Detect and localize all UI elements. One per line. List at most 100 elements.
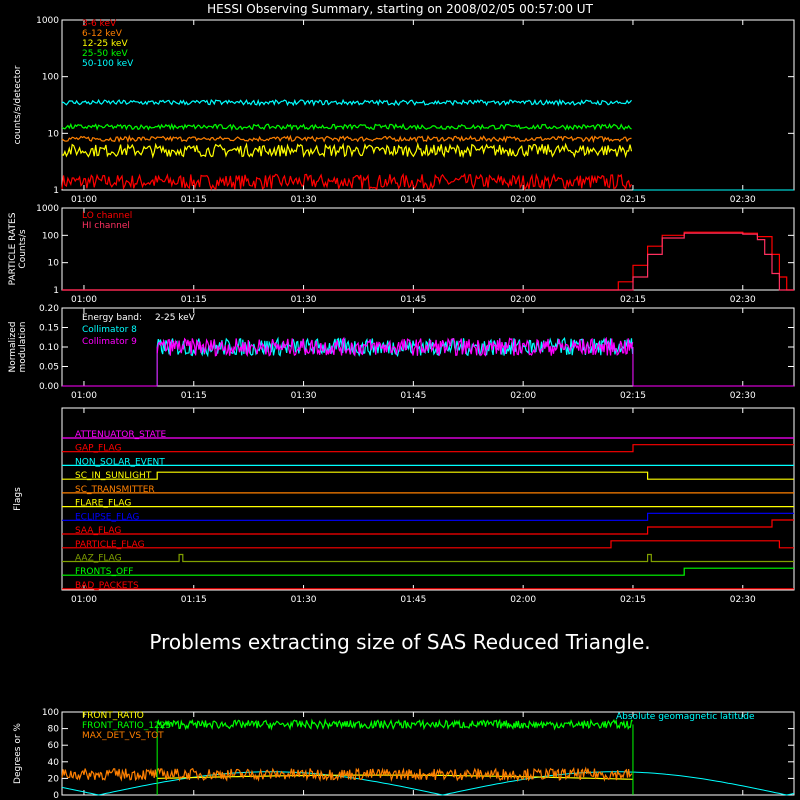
y-tick-label: 10 (48, 129, 60, 139)
y-tick-label: 1 (53, 286, 59, 296)
x-tick-label: 01:15 (181, 391, 207, 401)
legend-entry: 50-100 keV (82, 59, 134, 69)
y-axis-label: Normalized (8, 321, 18, 372)
x-tick-label: 01:00 (71, 195, 97, 205)
x-tick-label: 02:15 (620, 295, 646, 305)
y-tick-label: 0.00 (39, 382, 59, 392)
x-tick-label: 02:00 (510, 595, 536, 605)
plot-title: HESSI Observing Summary, starting on 200… (207, 2, 593, 16)
x-tick-label: 02:00 (510, 391, 536, 401)
legend-entry: FRONT_RATIO_1225 (82, 721, 171, 731)
flag-label: SC_TRANSMITTER (75, 485, 155, 495)
x-tick-label: 01:30 (291, 595, 317, 605)
x-tick-label: 01:15 (181, 595, 207, 605)
x-tick-label: 02:15 (620, 195, 646, 205)
energy-band-label: Energy band: (82, 313, 142, 323)
plot-frame (61, 407, 795, 591)
legend-entry: Collimator 8 (82, 325, 137, 335)
flag-label: SAA_FLAG (75, 526, 121, 536)
x-tick-label: 02:30 (730, 595, 756, 605)
geomagnetic-panel: 01:0001:1501:3001:4502:0002:1502:30Degre… (13, 708, 795, 800)
legend-entry: 12-25 keV (82, 39, 128, 49)
flag-line (62, 540, 794, 549)
flag-line (62, 519, 794, 535)
y-tick-label: 0.20 (39, 304, 59, 314)
legend-entry: Absolute geomagnetic latitude (616, 712, 755, 722)
series-line (62, 232, 794, 291)
y-tick-label: 80 (48, 725, 60, 735)
flag-label: AAZ_FLAG (75, 553, 122, 563)
legend-entry: 25-50 keV (82, 49, 128, 59)
flag-label: BAD_PACKETS (75, 581, 139, 591)
series-line (61, 142, 633, 159)
y-tick-label: 0.10 (39, 343, 59, 353)
x-tick-label: 02:15 (620, 595, 646, 605)
status-message: Problems extracting size of SAS Reduced … (149, 630, 651, 654)
x-tick-label: 02:00 (510, 295, 536, 305)
y-axis-label: PARTICLE RATES (8, 212, 18, 285)
x-tick-label: 01:00 (71, 595, 97, 605)
x-tick-label: 01:30 (291, 195, 317, 205)
y-axis-label: Degrees or % (13, 723, 23, 784)
flag-label: FRONTS_OFF (75, 567, 133, 577)
modulation-panel: 01:00 01:15 01:30 01:45 02:00 02:15 02:30 Norma… (8, 304, 795, 401)
x-tick-label: 02:30 (730, 195, 756, 205)
x-tick-label: 01:45 (400, 195, 426, 205)
y-tick-label: 100 (42, 231, 59, 241)
legend-entry: LO channel (82, 211, 132, 221)
y-tick-label: 10 (48, 259, 60, 269)
legend-entry: Collimator 9 (82, 337, 137, 347)
flag-line (62, 553, 794, 563)
flag-line (62, 444, 794, 453)
y-tick-label: 1000 (36, 16, 59, 26)
x-tick-label: 01:00 (71, 295, 97, 305)
y-axis-label: counts/s/detector (13, 65, 23, 144)
y-tick-label: 40 (48, 758, 60, 768)
y-tick-label: 100 (42, 708, 59, 718)
y-tick-label: 20 (48, 774, 60, 784)
flag-label: SC_IN_SUNLIGHT (75, 471, 152, 481)
y-axis-label: modulation (18, 322, 28, 373)
legend-entry: MAX_DET_VS_TOT (82, 731, 164, 741)
x-tick-label: 02:30 (730, 391, 756, 401)
legend-entry: 6-12 keV (82, 29, 123, 39)
x-tick-label: 02:30 (730, 295, 756, 305)
legend-entry: FRONT_RATIO (82, 711, 144, 721)
x-tick-label: 01:45 (400, 595, 426, 605)
flag-label: FLARE_FLAG (75, 499, 131, 509)
flag-line (62, 567, 794, 576)
flag-line (62, 512, 794, 521)
plot-frame (61, 207, 795, 291)
series-line (61, 172, 633, 191)
x-tick-label: 02:15 (620, 391, 646, 401)
x-tick-label: 01:00 (71, 391, 97, 401)
y-tick-label: 1000 (36, 204, 59, 214)
x-tick-label: 01:30 (291, 295, 317, 305)
x-tick-label: 01:30 (291, 391, 317, 401)
series-line (61, 766, 633, 783)
x-tick-label: 01:45 (400, 391, 426, 401)
series-line (61, 134, 632, 144)
flag-label: NON_SOLAR_EVENT (75, 457, 165, 467)
particle-rates-panel: 01:00 01:15 01:30 01:45 02:00 02:15 02:30 PARTI… (8, 204, 795, 305)
y-tick-label: 60 (48, 741, 60, 751)
x-tick-label: 01:45 (400, 295, 426, 305)
legend-entry: 3-6 keV (82, 19, 117, 29)
y-axis-label: Counts/s (18, 229, 28, 268)
flag-label: PARTICLE_FLAG (75, 540, 145, 550)
x-tick-label: 01:15 (181, 295, 207, 305)
x-tick-label: 02:00 (510, 195, 536, 205)
y-tick-label: 0.15 (39, 324, 59, 334)
summary-plot: HESSI Observing Summary, starting on 200… (8, 2, 795, 800)
series-line (62, 98, 632, 107)
series-line (61, 122, 632, 132)
series-line (156, 718, 633, 731)
flag-label: ATTENUATOR_STATE (75, 430, 167, 440)
energy-band-value: 2-25 keV (155, 313, 196, 323)
series-line (62, 231, 794, 291)
y-tick-label: 1 (53, 186, 59, 196)
y-axis-label: Flags (13, 487, 23, 511)
x-tick-label: 01:15 (181, 195, 207, 205)
flag-label: GAP_FLAG (75, 444, 121, 454)
flag-label: ECLIPSE_FLAG (75, 512, 139, 522)
